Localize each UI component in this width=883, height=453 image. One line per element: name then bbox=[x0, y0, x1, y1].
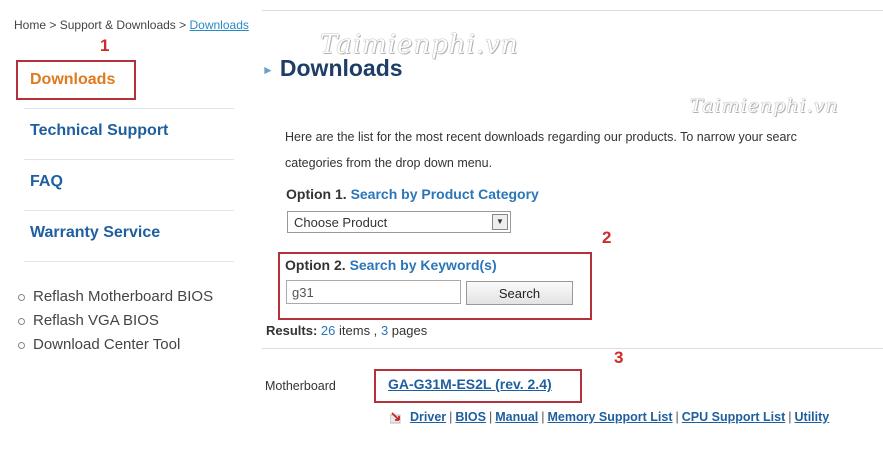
bullet-icon bbox=[18, 293, 25, 301]
keyword-search-input[interactable] bbox=[286, 280, 461, 304]
sidebar-item-label: FAQ bbox=[30, 173, 63, 190]
link-manual[interactable]: Manual bbox=[495, 410, 538, 424]
breadcrumb-separator: > bbox=[179, 18, 187, 32]
separator: | bbox=[675, 410, 679, 424]
download-icon bbox=[390, 412, 401, 424]
product-category-select[interactable]: Choose Product ▼ bbox=[287, 211, 511, 233]
option1-label: Option 1. Search by Product Category bbox=[286, 186, 539, 202]
breadcrumb: Home > Support & Downloads > Downloads bbox=[14, 18, 249, 32]
option2-label: Option 2. Search by Keyword(s) bbox=[285, 257, 497, 273]
annotation-number: 2 bbox=[602, 228, 612, 247]
sidebar-item-label: Warranty Service bbox=[30, 224, 161, 241]
link-download-center-tool[interactable]: Download Center Tool bbox=[18, 333, 213, 357]
sidebar-item-technical-support[interactable]: Technical Support bbox=[14, 109, 248, 159]
breadcrumb-home[interactable]: Home bbox=[14, 18, 46, 32]
link-reflash-vga-bios[interactable]: Reflash VGA BIOS bbox=[18, 309, 213, 333]
link-memory-support-list[interactable]: Memory Support List bbox=[548, 410, 673, 424]
separator: | bbox=[788, 410, 792, 424]
intro-text: Here are the list for the most recent do… bbox=[285, 130, 797, 170]
breadcrumb-support[interactable]: Support & Downloads bbox=[60, 18, 176, 32]
sidebar-item-faq[interactable]: FAQ bbox=[14, 160, 248, 210]
sidebar-item-label: Technical Support bbox=[30, 122, 169, 139]
bullet-icon bbox=[18, 341, 25, 349]
link-utility[interactable]: Utility bbox=[795, 410, 830, 424]
separator: | bbox=[449, 410, 453, 424]
divider bbox=[262, 348, 883, 349]
sidebar-item-warranty-service[interactable]: Warranty Service bbox=[14, 211, 248, 261]
annotation-number: 1 bbox=[100, 36, 110, 55]
product-name-link[interactable]: GA-G31M-ES2L (rev. 2.4) bbox=[388, 376, 552, 392]
separator: | bbox=[488, 410, 493, 424]
search-button[interactable]: Search bbox=[466, 281, 573, 305]
link-bios[interactable]: BIOS bbox=[455, 410, 486, 424]
annotation-number: 3 bbox=[614, 348, 624, 367]
bullet-icon bbox=[18, 317, 25, 325]
product-download-links: Driver | BIOS | Manual | Memory Support List | C… bbox=[390, 410, 829, 424]
divider bbox=[24, 261, 234, 262]
results-summary: Results: 26 items , 3 pages bbox=[266, 323, 428, 338]
watermark: Taimienphi.vn bbox=[690, 95, 839, 117]
link-reflash-motherboard-bios[interactable]: Reflash Motherboard BIOS bbox=[18, 285, 213, 309]
breadcrumb-downloads[interactable]: Downloads bbox=[190, 18, 249, 32]
sidebar-item-downloads[interactable]: Downloads bbox=[14, 58, 248, 108]
link-cpu-support-list[interactable]: CPU Support List bbox=[682, 410, 785, 424]
sidebar-item-label: Downloads bbox=[30, 71, 116, 88]
page-title: ► Downloads bbox=[262, 55, 403, 81]
chevron-down-icon[interactable]: ▼ bbox=[492, 214, 508, 230]
bullet-arrow-icon: ► bbox=[262, 62, 274, 77]
breadcrumb-separator: > bbox=[49, 18, 57, 32]
top-rule bbox=[262, 10, 883, 11]
product-category: Motherboard bbox=[265, 379, 336, 393]
sidebar-links: Reflash Motherboard BIOS Reflash VGA BIO… bbox=[18, 285, 213, 357]
link-driver[interactable]: Driver bbox=[410, 410, 446, 424]
separator: | bbox=[541, 410, 545, 424]
